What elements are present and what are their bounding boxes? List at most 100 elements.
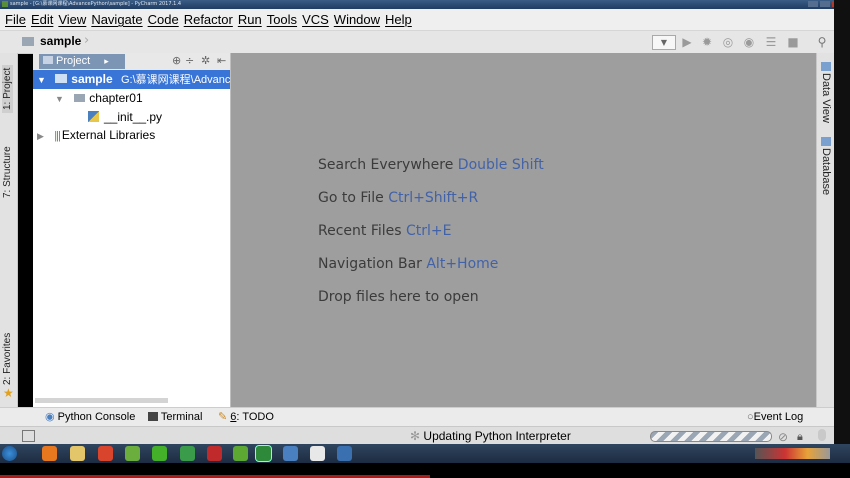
app-icon[interactable] [337, 446, 352, 461]
app-icon[interactable] [283, 446, 298, 461]
maximize-button[interactable] [820, 1, 830, 7]
tree-node-label: chapter01 [89, 91, 143, 105]
hint-go-to-file: Go to File Ctrl+Shift+R [318, 190, 478, 206]
tree-node-path: G:\慕课网课程\Advanc [120, 74, 230, 86]
hint-shortcut: Alt+Home [426, 256, 499, 272]
active-app-icon[interactable] [255, 445, 272, 462]
tree-node-external-libraries[interactable]: ▶ ||| External Libraries [33, 126, 230, 145]
right-tool-stripe: Data View Database [816, 53, 835, 407]
terminal-icon [148, 412, 158, 421]
star-icon: ★ [3, 386, 14, 400]
spinner-icon: ✻ [410, 429, 421, 443]
folder-icon [55, 74, 68, 83]
hide-panel-icon[interactable]: ⇤ [217, 54, 226, 67]
hint-text: Recent Files [318, 223, 402, 239]
explorer-icon[interactable] [70, 446, 85, 461]
search-icon[interactable]: ⚲ [815, 35, 829, 49]
dropdown-arrow-icon: ▸ [104, 56, 109, 66]
menu-edit[interactable]: Edit [26, 9, 53, 30]
menu-tools[interactable]: Tools [262, 9, 297, 30]
data-view-icon [821, 62, 831, 71]
breadcrumb-sample[interactable]: sample [40, 34, 81, 48]
coverage-icon[interactable]: ◎ [721, 35, 735, 49]
structure-tool-button[interactable]: 7: Structure [2, 146, 13, 198]
terminal-button[interactable]: Terminal [148, 408, 202, 426]
app-icon[interactable] [180, 446, 195, 461]
project-view-tab[interactable]: Project ▸ [39, 54, 125, 69]
todo-button[interactable]: ✎ 6: TODO [218, 408, 274, 426]
python-file-icon [88, 111, 99, 122]
expand-arrow-icon: ▶ [37, 131, 44, 141]
horizontal-scrollbar[interactable] [35, 398, 168, 403]
pycharm-taskbar-icon[interactable] [233, 446, 248, 461]
status-progress-text: ✻ Updating Python Interpreter [410, 427, 571, 445]
hint-shortcut: Ctrl+E [406, 223, 452, 239]
start-button-icon[interactable] [2, 446, 17, 461]
hint-text: Navigation Bar [318, 256, 422, 272]
bottom-tool-bar: ◉ Python Console Terminal ✎ 6: TODO ○Eve… [0, 407, 834, 427]
tree-node-label: __init__.py [104, 110, 163, 124]
profile-icon[interactable]: ◉ [742, 35, 756, 49]
event-log-icon: ○ [747, 411, 754, 423]
collapse-all-icon[interactable]: ÷ [185, 54, 194, 67]
status-bar: ✻ Updating Python Interpreter ⊘ 🔒︎ [0, 426, 834, 445]
hint-text: Search Everywhere [318, 157, 454, 173]
run-config-dropdown[interactable]: ▼ [652, 35, 676, 50]
menu-code[interactable]: Code [143, 9, 179, 30]
app-icon[interactable] [207, 446, 222, 461]
tree-node-chapter01[interactable]: ▼ chapter01 [33, 89, 230, 108]
project-panel-header: Project ▸ ⊕ ÷ ✲ ⇤ [33, 53, 230, 71]
project-tool-button[interactable]: 1: Project [2, 64, 13, 113]
app-icon[interactable] [310, 446, 325, 461]
database-tool-button[interactable]: Database [820, 148, 832, 195]
menu-view[interactable]: View [53, 9, 86, 30]
library-icon: ||| [54, 130, 61, 142]
python-console-button[interactable]: ◉ Python Console [45, 408, 135, 426]
menu-window[interactable]: Window [329, 9, 380, 30]
chevron-down-icon: ▼ [660, 38, 668, 47]
run-icon[interactable]: ▶ [680, 35, 694, 49]
debug-icon[interactable]: ✹ [700, 35, 714, 49]
folder-icon [22, 37, 34, 46]
menu-vcs[interactable]: VCS [297, 9, 329, 30]
database-icon [821, 137, 831, 146]
menu-navigate[interactable]: Navigate [86, 9, 142, 30]
tree-node-label: External Libraries [61, 128, 156, 142]
breadcrumb-chevron-icon: › [84, 33, 90, 48]
inspector-icon[interactable] [818, 429, 826, 441]
tree-node-sample[interactable]: ▼ sample G:\慕课网课程\Advanc [33, 70, 230, 89]
firefox-icon[interactable] [42, 446, 57, 461]
expand-arrow-icon: ▼ [55, 94, 64, 104]
project-icon [43, 56, 53, 64]
menu-file[interactable]: File [0, 9, 26, 30]
terminal-label: Terminal [160, 411, 203, 423]
hint-text: Go to File [318, 190, 384, 206]
data-view-tool-button[interactable]: Data View [820, 73, 832, 123]
event-log-button[interactable]: ○Event Log [747, 408, 803, 426]
gear-icon[interactable]: ✲ [201, 54, 210, 67]
system-tray[interactable] [755, 448, 830, 459]
menu-help[interactable]: Help [380, 9, 412, 30]
toggle-tool-windows-icon[interactable] [22, 430, 35, 442]
scroll-from-source-icon[interactable]: ⊕ [172, 54, 181, 67]
stop-icon[interactable]: ■ [786, 35, 800, 49]
favorites-tool-button[interactable]: 2: Favorites [2, 333, 13, 385]
status-message: Updating Python Interpreter [423, 429, 571, 443]
build-icon[interactable]: ☰ [764, 35, 778, 49]
todo-icon: ✎ [218, 411, 228, 423]
tree-node-init-py[interactable]: __init__.py [33, 108, 230, 127]
app-icon[interactable] [152, 446, 167, 461]
event-log-label: Event Log [753, 411, 804, 423]
screen-edge [834, 0, 850, 444]
hint-shortcut: Ctrl+Shift+R [388, 190, 479, 206]
chrome-icon[interactable] [98, 446, 113, 461]
menu-refactor[interactable]: Refactor [179, 9, 233, 30]
minimize-button[interactable] [808, 1, 818, 7]
menu-run[interactable]: Run [233, 9, 262, 30]
window-title-bar: sample - [G:\慕课网课程\AdvancePython\sample]… [0, 0, 850, 9]
project-tool-window: Project ▸ ⊕ ÷ ✲ ⇤ ▼ sample G:\慕课网课程\Advan… [33, 53, 231, 407]
app-icon[interactable] [125, 446, 140, 461]
editor-empty-area: Search Everywhere Double Shift Go to Fil… [231, 53, 816, 407]
python-icon: ◉ [45, 411, 55, 423]
expand-arrow-icon: ▼ [37, 75, 46, 85]
